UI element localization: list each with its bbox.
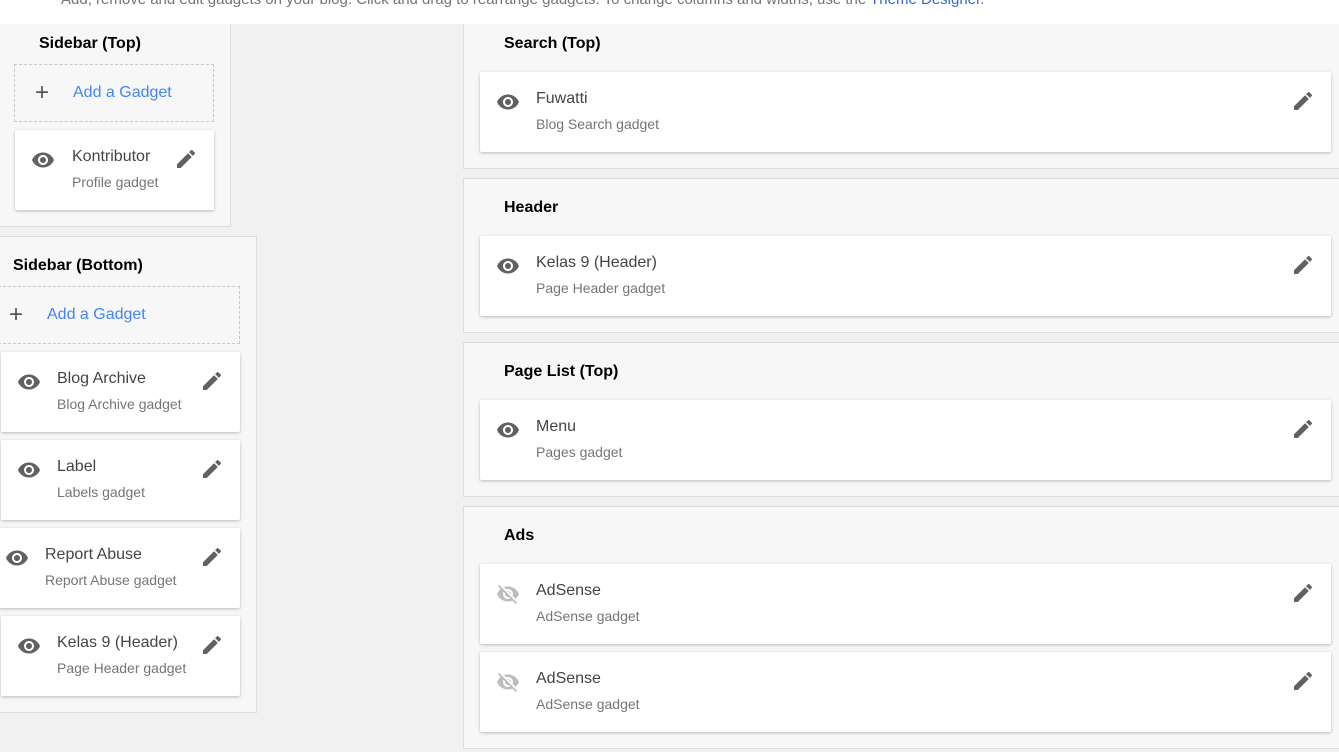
gadget-type: Blog Archive gadget [57, 396, 182, 412]
section-title-sidebar-bottom: Sidebar (Bottom) [13, 257, 143, 274]
section-title-header: Header [504, 199, 559, 216]
gadget-name: Report Abuse [45, 546, 142, 563]
gadget-card-kelas-9-header-sidebar[interactable]: Kelas 9 (Header) Page Header gadget [1, 616, 240, 696]
add-gadget-button-sidebar-bottom[interactable]: + Add a Gadget [0, 286, 240, 344]
edit-pencil-icon[interactable] [1291, 253, 1315, 277]
eye-icon[interactable] [17, 458, 41, 482]
gadget-name: Menu [536, 418, 577, 435]
edit-pencil-icon[interactable] [200, 457, 224, 481]
gadget-name: Blog Archive [57, 370, 146, 387]
edit-pencil-icon[interactable] [1291, 669, 1315, 693]
gadget-name: Kelas 9 (Header) [57, 634, 178, 651]
top-bar: Add, remove and edit gadgets on your blo… [0, 0, 1339, 24]
eye-icon[interactable] [31, 148, 55, 172]
plus-icon: + [35, 79, 50, 106]
gadget-card-adsense-2[interactable]: AdSense AdSense gadget [480, 652, 1331, 732]
plus-icon: + [9, 301, 24, 328]
eye-icon[interactable] [17, 634, 41, 658]
gadget-name: AdSense [536, 670, 601, 687]
gadget-card-menu[interactable]: Menu Pages gadget [480, 400, 1331, 480]
eye-icon[interactable] [496, 254, 520, 278]
eye-icon[interactable] [496, 418, 520, 442]
gadget-type: AdSense gadget [536, 608, 640, 624]
edit-pencil-icon[interactable] [200, 633, 224, 657]
eye-off-icon[interactable] [496, 582, 520, 606]
gadget-name: Kelas 9 (Header) [536, 254, 657, 271]
eye-icon[interactable] [496, 90, 520, 114]
edit-pencil-icon[interactable] [1291, 417, 1315, 441]
intro-text: Add, remove and edit gadgets on your blo… [61, 0, 984, 8]
eye-off-icon[interactable] [496, 670, 520, 694]
gadget-name: Fuwatti [536, 90, 588, 107]
eye-icon[interactable] [17, 370, 41, 394]
eye-icon[interactable] [5, 546, 29, 570]
gadget-type: Report Abuse gadget [45, 572, 177, 588]
gadget-type: Blog Search gadget [536, 116, 659, 132]
intro-suffix: . [980, 0, 984, 8]
gadget-name: Kontributor [72, 148, 151, 165]
intro-description: Add, remove and edit gadgets on your blo… [61, 0, 870, 8]
edit-pencil-icon[interactable] [1291, 581, 1315, 605]
gadget-card-report-abuse[interactable]: Report Abuse Report Abuse gadget [0, 528, 240, 608]
add-gadget-button-sidebar-top[interactable]: + Add a Gadget [14, 64, 214, 122]
gadget-name: AdSense [536, 582, 601, 599]
gadget-card-kontributor[interactable]: Kontributor Profile gadget [15, 130, 214, 210]
add-gadget-label: Add a Gadget [73, 84, 172, 101]
gadget-type: Labels gadget [57, 484, 145, 500]
add-gadget-label: Add a Gadget [47, 306, 146, 323]
gadget-type: Pages gadget [536, 444, 623, 460]
edit-pencil-icon[interactable] [1291, 89, 1315, 113]
section-title-page-list-top: Page List (Top) [504, 363, 619, 380]
gadget-card-blog-archive[interactable]: Blog Archive Blog Archive gadget [1, 352, 240, 432]
gadget-type: Page Header gadget [536, 280, 666, 296]
section-title-search-top: Search (Top) [504, 35, 601, 52]
gadget-card-fuwatti[interactable]: Fuwatti Blog Search gadget [480, 72, 1331, 152]
edit-pencil-icon[interactable] [174, 147, 198, 171]
section-title-ads: Ads [504, 527, 535, 544]
gadget-card-kelas-9-header[interactable]: Kelas 9 (Header) Page Header gadget [480, 236, 1331, 316]
gadget-card-adsense-1[interactable]: AdSense AdSense gadget [480, 564, 1331, 644]
gadget-type: Profile gadget [72, 174, 159, 190]
edit-pencil-icon[interactable] [200, 369, 224, 393]
gadget-type: Page Header gadget [57, 660, 187, 676]
section-title-sidebar-top: Sidebar (Top) [39, 35, 141, 52]
gadget-name: Label [57, 458, 97, 475]
gadget-type: AdSense gadget [536, 696, 640, 712]
edit-pencil-icon[interactable] [200, 545, 224, 569]
theme-designer-link[interactable]: Theme Designer [870, 0, 980, 8]
gadget-card-label[interactable]: Label Labels gadget [1, 440, 240, 520]
